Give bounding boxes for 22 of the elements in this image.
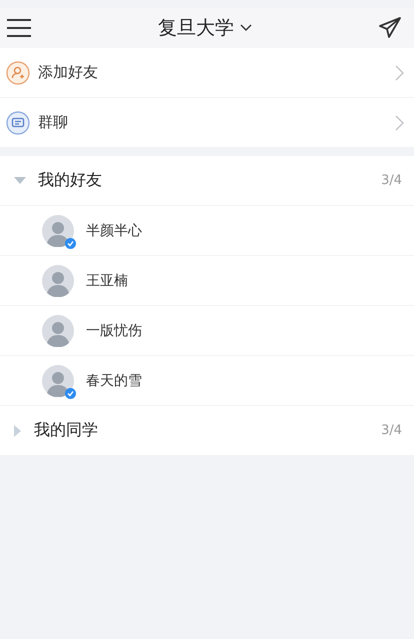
chevron-down-icon — [240, 24, 252, 32]
school-selector[interactable]: 复旦大学 — [158, 15, 252, 41]
avatar-icon — [42, 264, 74, 296]
friend-name: 半颜半心 — [86, 222, 142, 240]
group-name: 我的好友 — [38, 170, 103, 191]
chevron-right-icon — [395, 114, 404, 130]
group-name: 我的同学 — [34, 420, 99, 441]
chat-icon — [6, 110, 30, 134]
avatar-icon — [42, 314, 74, 346]
avatar-icon — [42, 214, 74, 246]
avatar-icon — [42, 364, 74, 396]
chevron-right-icon — [395, 64, 404, 80]
send-button[interactable] — [378, 17, 402, 39]
action-label: 群聊 — [38, 113, 69, 132]
friend-name: 春天的雪 — [86, 372, 142, 390]
friend-name: 一版忧伤 — [86, 322, 142, 340]
group-count: 3/4 — [381, 423, 402, 438]
action-label: 添加好友 — [38, 63, 99, 82]
friend-name: 王亚楠 — [86, 272, 128, 290]
menu-button[interactable] — [6, 18, 32, 38]
user-add-icon — [6, 60, 30, 84]
group-count: 3/4 — [381, 173, 402, 188]
